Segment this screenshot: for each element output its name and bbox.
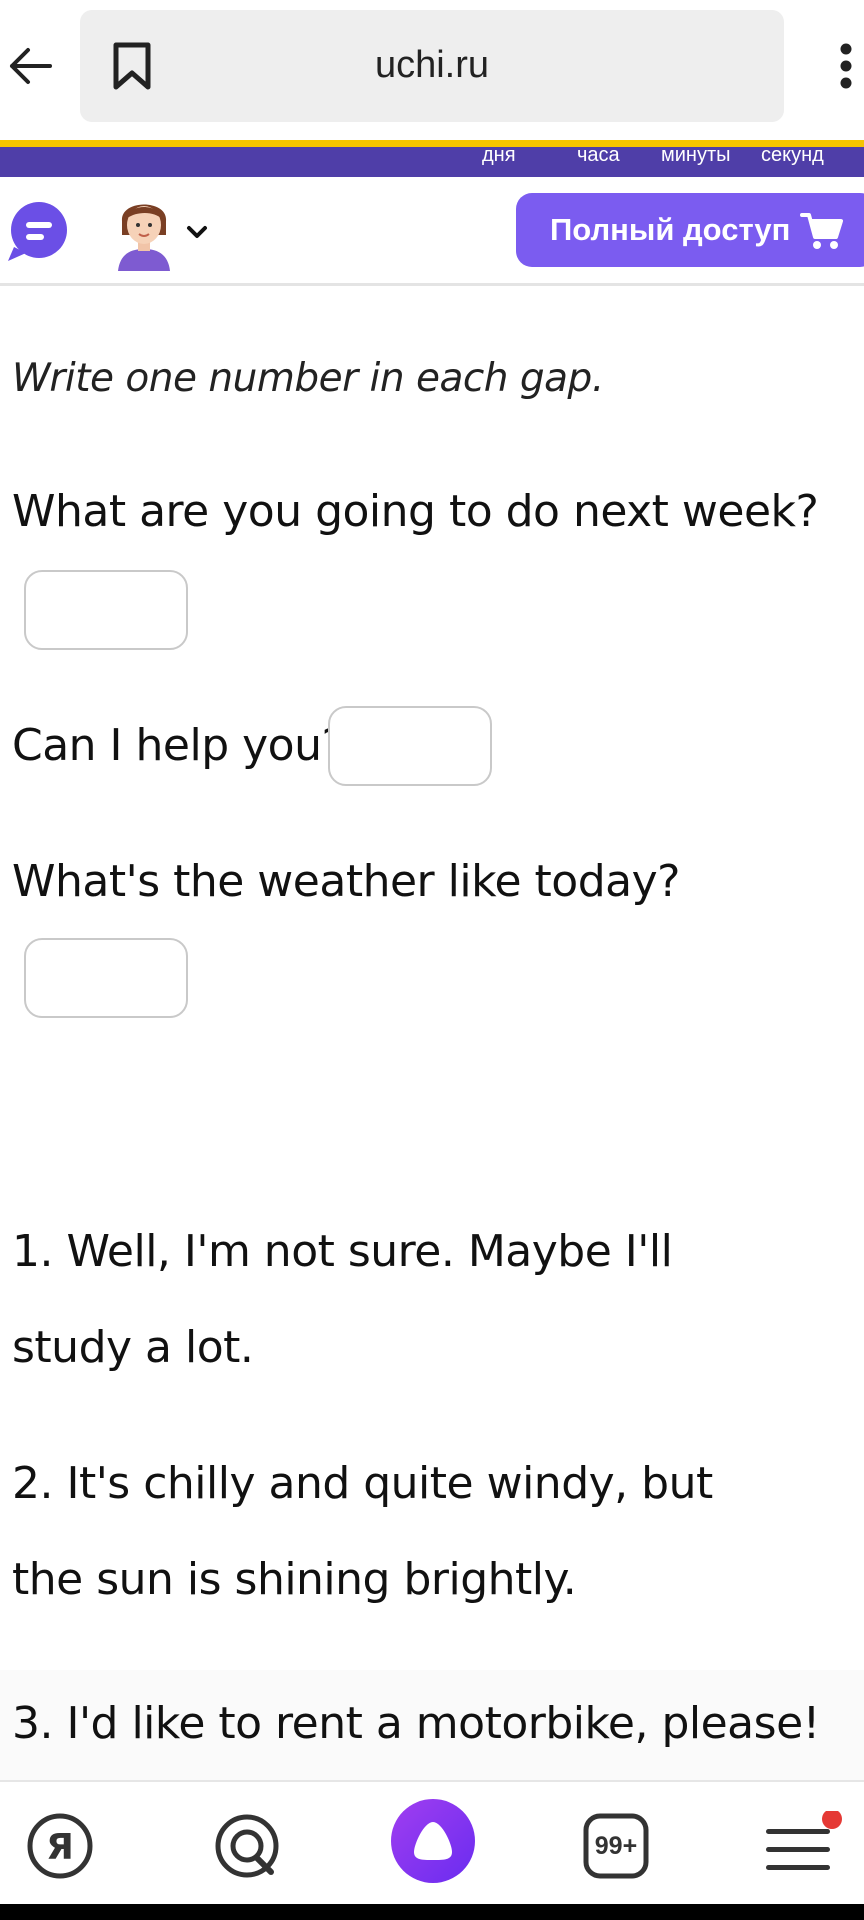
back-button[interactable] <box>0 30 60 102</box>
answer-option-3: 3. I'd like to rent a motorbike, please! <box>12 1698 820 1749</box>
browser-toolbar: uchi.ru <box>0 0 864 140</box>
full-access-button[interactable]: Полный доступ <box>516 193 864 267</box>
yandex-home-button[interactable]: Я <box>18 1804 102 1888</box>
alice-search-icon <box>215 1814 279 1878</box>
avatar-icon <box>118 204 170 271</box>
answer-gap-1[interactable] <box>24 570 188 650</box>
tabs-button[interactable]: 99+ <box>574 1804 658 1888</box>
menu-icon <box>766 1811 842 1870</box>
arrow-left-icon <box>10 48 52 84</box>
browser-menu-button[interactable] <box>826 36 864 96</box>
answer-option-1: 1. Well, I'm not sure. Maybe I'll study … <box>12 1226 673 1373</box>
question-1: What are you going to do next week? <box>12 486 819 537</box>
notification-dot <box>822 1811 842 1829</box>
bookmark-icon <box>113 42 151 90</box>
timer-label-hours: часа <box>577 144 620 166</box>
cart-icon <box>800 213 843 249</box>
alice-assistant-icon <box>391 1799 475 1883</box>
svg-text:Я: Я <box>46 1827 74 1868</box>
search-button[interactable] <box>205 1804 289 1888</box>
yandex-icon: Я <box>27 1813 93 1879</box>
answer-option-3-row: 3. I'd like to rent a motorbike, please! <box>0 1670 864 1780</box>
chat-bubble-icon <box>8 202 67 261</box>
timer-label-minutes: минуты <box>661 144 731 166</box>
question-2: Can I help you? <box>12 720 345 771</box>
site-header: Полный доступ <box>0 177 864 286</box>
browser-bottom-nav: Я 99+ <box>0 1780 864 1906</box>
main-menu-button[interactable] <box>760 1804 844 1888</box>
question-3: What's the weather like today? <box>12 856 681 907</box>
bookmark-button[interactable] <box>102 36 162 96</box>
exercise-content: Write one number in each gap. What are y… <box>0 286 864 1780</box>
url-text: uchi.ru <box>374 44 490 86</box>
answer-option-2: 2. It's chilly and quite windy, but the … <box>12 1458 713 1605</box>
timer-accent-line <box>0 140 864 147</box>
alice-assistant-button[interactable] <box>390 1798 476 1884</box>
system-nav-bar <box>0 1904 864 1920</box>
chevron-down-icon <box>187 226 207 238</box>
timer-label-days: дня <box>482 144 516 166</box>
countdown-band: дня часа минуты секунд <box>0 144 864 177</box>
answer-gap-2[interactable] <box>328 706 492 786</box>
exercise-instruction: Write one number in each gap. <box>12 356 604 401</box>
full-access-label: Полный доступ <box>550 212 791 247</box>
kebab-menu-icon <box>840 43 852 89</box>
address-bar[interactable]: uchi.ru <box>80 10 784 122</box>
answer-gap-3[interactable] <box>24 938 188 1018</box>
tabs-count-badge: 99+ <box>594 1832 638 1860</box>
chat-button[interactable] <box>6 201 68 263</box>
timer-label-seconds: секунд <box>761 144 824 166</box>
account-dropdown-toggle[interactable] <box>182 217 212 247</box>
user-avatar[interactable] <box>112 191 176 271</box>
